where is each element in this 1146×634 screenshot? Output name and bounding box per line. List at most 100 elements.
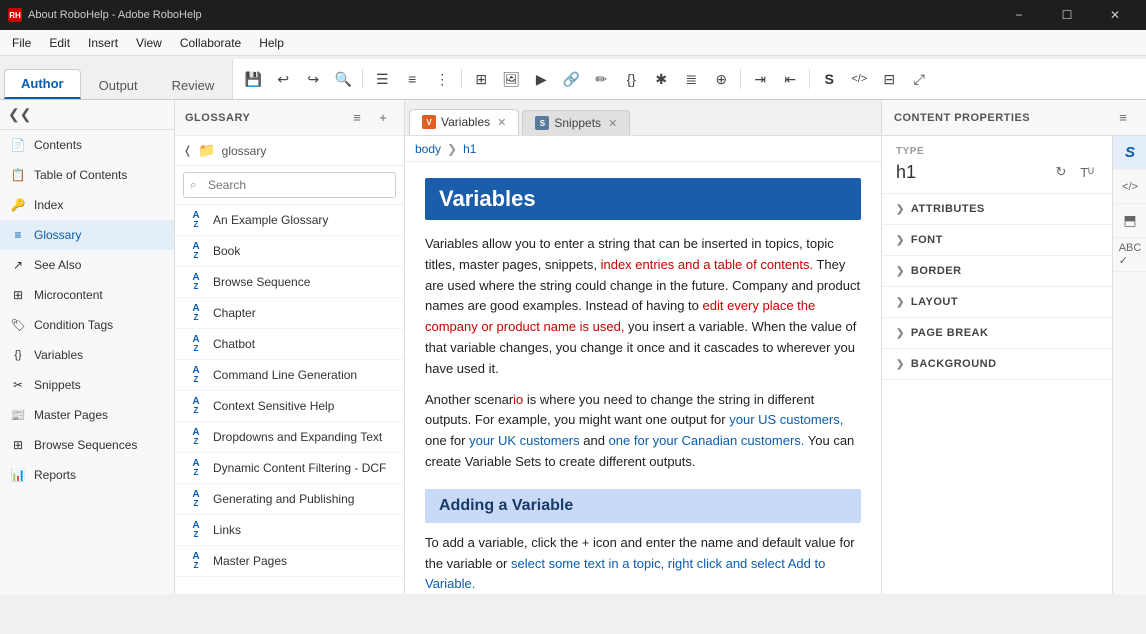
title-bar: RH About RoboHelp - Adobe RoboHelp − ☐ ✕ xyxy=(0,0,1146,30)
panel-nav-label: glossary xyxy=(222,144,267,158)
breadcrumb-h1[interactable]: h1 xyxy=(463,142,476,156)
rp-export-button[interactable]: ⬒ xyxy=(1113,204,1146,238)
list-item-button[interactable]: ⋮ xyxy=(428,65,456,93)
chevron-right-icon: ❯ xyxy=(896,297,905,308)
find-button[interactable]: 🔍 xyxy=(329,65,357,93)
menu-help[interactable]: Help xyxy=(251,33,292,53)
menu-edit[interactable]: Edit xyxy=(41,33,78,53)
list-item[interactable]: AZ Master Pages xyxy=(175,546,404,577)
refresh-icon[interactable]: ↻ xyxy=(1050,161,1072,183)
link-button[interactable]: 🔗 xyxy=(557,65,585,93)
rp-accordion-header-background[interactable]: ❯ BACKGROUND xyxy=(882,349,1112,379)
list-item[interactable]: AZ Chatbot xyxy=(175,329,404,360)
indent-button[interactable]: ⇥ xyxy=(746,65,774,93)
rp-accordion-header-page-break[interactable]: ❯ PAGE BREAK xyxy=(882,318,1112,348)
rp-spellcheck-button[interactable]: ABC✓ xyxy=(1113,238,1146,272)
snippets-tab-close[interactable]: ✕ xyxy=(608,117,617,130)
sidebar-item-index[interactable]: 🔑 Index xyxy=(0,190,174,220)
lines-button[interactable]: ≣ xyxy=(677,65,705,93)
style-mode-button[interactable]: S xyxy=(815,65,843,93)
rp-accordion-header-attributes[interactable]: ❯ ATTRIBUTES xyxy=(882,194,1112,224)
list-item[interactable]: AZ Command Line Generation xyxy=(175,360,404,391)
collapse-icon[interactable]: ❮❮ xyxy=(8,106,31,123)
redo-button[interactable]: ↪ xyxy=(299,65,327,93)
outdent-button[interactable]: ⇤ xyxy=(776,65,804,93)
right-panel: CONTENT PROPERTIES ≡ TYPE h1 ↻ Tᵁ xyxy=(881,100,1146,594)
table-button[interactable]: ⊞ xyxy=(467,65,495,93)
minimize-button[interactable]: − xyxy=(996,0,1042,30)
main-toolbar: 💾 ↩ ↪ 🔍 ☰ ≡ ⋮ ⊞ 🖼 ▶ 🔗 ✏ {} ✱ ≣ ⊕ ⇥ ⇤ S <… xyxy=(232,59,1146,99)
type-label: TYPE xyxy=(896,146,1098,157)
image-button[interactable]: 🖼 xyxy=(497,65,525,93)
video-button[interactable]: ▶ xyxy=(527,65,555,93)
article-content: Variables Variables allow you to enter a… xyxy=(405,162,881,594)
sidebar-items: 📄 Contents 📋 Table of Contents 🔑 Index ≡… xyxy=(0,130,174,594)
rp-accordion-header-font[interactable]: ❯ FONT xyxy=(882,225,1112,255)
panel-settings-button[interactable]: ≡ xyxy=(346,107,368,129)
list-ordered-button[interactable]: ≡ xyxy=(398,65,426,93)
asterisk-button[interactable]: ✱ xyxy=(647,65,675,93)
list-item[interactable]: AZ Context Sensitive Help xyxy=(175,391,404,422)
list-item[interactable]: AZ Links xyxy=(175,515,404,546)
list-item[interactable]: AZ Dynamic Content Filtering - DCF xyxy=(175,453,404,484)
rp-accordion-header-border[interactable]: ❯ BORDER xyxy=(882,256,1112,286)
tab-output[interactable]: Output xyxy=(83,72,154,99)
breadcrumb-body[interactable]: body xyxy=(415,142,441,156)
menu-insert[interactable]: Insert xyxy=(80,33,126,53)
sidebar-item-master-pages[interactable]: 📰 Master Pages xyxy=(0,400,174,430)
list-item[interactable]: AZ An Example Glossary xyxy=(175,205,404,236)
panel-actions: ≡ + xyxy=(346,107,394,129)
content-tab-snippets[interactable]: S Snippets ✕ xyxy=(522,110,630,135)
tab-review[interactable]: Review xyxy=(156,72,231,99)
content-tab-variables[interactable]: V Variables ✕ xyxy=(409,109,519,135)
rp-accordion-header-layout[interactable]: ❯ LAYOUT xyxy=(882,287,1112,317)
window-controls[interactable]: − ☐ ✕ xyxy=(996,0,1138,30)
typography-icon[interactable]: Tᵁ xyxy=(1076,161,1098,183)
list-item[interactable]: AZ Book xyxy=(175,236,404,267)
source-mode-button[interactable]: </> xyxy=(845,65,873,93)
sidebar-collapse[interactable]: ❮❮ xyxy=(0,100,174,130)
undo-button[interactable]: ↩ xyxy=(269,65,297,93)
panel-nav: ❬ 📁 glossary xyxy=(175,136,404,166)
image-icon: 🖼 xyxy=(502,71,520,88)
code-button[interactable]: {} xyxy=(617,65,645,93)
sidebar-item-glossary[interactable]: ≡ Glossary xyxy=(0,220,174,250)
list-item[interactable]: AZ Dropdowns and Expanding Text xyxy=(175,422,404,453)
fullscreen-button[interactable]: ⤢ xyxy=(905,65,933,93)
sidebar-item-variables[interactable]: {} Variables xyxy=(0,340,174,370)
variables-tab-close[interactable]: ✕ xyxy=(497,116,506,129)
sidebar-item-snippets[interactable]: ✂ Snippets xyxy=(0,370,174,400)
glossary-icon: ≡ xyxy=(10,227,26,243)
rp-content: TYPE h1 ↻ Tᵁ ❯ ATTRIBUTES xyxy=(882,136,1112,594)
plus-circle-button[interactable]: ⊕ xyxy=(707,65,735,93)
split-view-button[interactable]: ⊟ xyxy=(875,65,903,93)
sidebar-item-see-also[interactable]: ↗ See Also xyxy=(0,250,174,280)
list-item[interactable]: AZ Chapter xyxy=(175,298,404,329)
rp-code-button[interactable]: </> xyxy=(1113,170,1146,204)
list-unordered-button[interactable]: ☰ xyxy=(368,65,396,93)
menu-file[interactable]: File xyxy=(4,33,39,53)
panel-back-button[interactable]: ❬ xyxy=(183,144,192,157)
close-button[interactable]: ✕ xyxy=(1092,0,1138,30)
rp-style-button[interactable]: S xyxy=(1113,136,1146,170)
panel-add-button[interactable]: + xyxy=(372,107,394,129)
content-tabs: V Variables ✕ S Snippets ✕ xyxy=(405,100,881,136)
menu-collaborate[interactable]: Collaborate xyxy=(172,33,249,53)
sidebar-item-toc[interactable]: 📋 Table of Contents xyxy=(0,160,174,190)
variables-tab-label: Variables xyxy=(441,115,490,129)
sidebar-item-microcontent[interactable]: ⊞ Microcontent xyxy=(0,280,174,310)
sidebar-item-condition-tags[interactable]: 🏷 Condition Tags xyxy=(0,310,174,340)
maximize-button[interactable]: ☐ xyxy=(1044,0,1090,30)
properties-settings-button[interactable]: ≡ xyxy=(1112,107,1134,129)
search-input[interactable] xyxy=(183,172,396,198)
code-icon: </> xyxy=(1122,181,1138,193)
list-item[interactable]: AZ Browse Sequence xyxy=(175,267,404,298)
pen-button[interactable]: ✏ xyxy=(587,65,615,93)
sidebar-item-contents[interactable]: 📄 Contents xyxy=(0,130,174,160)
list-item[interactable]: AZ Generating and Publishing xyxy=(175,484,404,515)
sidebar-item-browse-sequences[interactable]: ⊞ Browse Sequences xyxy=(0,430,174,460)
menu-view[interactable]: View xyxy=(128,33,170,53)
save-button[interactable]: 💾 xyxy=(239,65,267,93)
tab-author[interactable]: Author xyxy=(4,69,81,99)
sidebar-item-reports[interactable]: 📊 Reports xyxy=(0,460,174,490)
